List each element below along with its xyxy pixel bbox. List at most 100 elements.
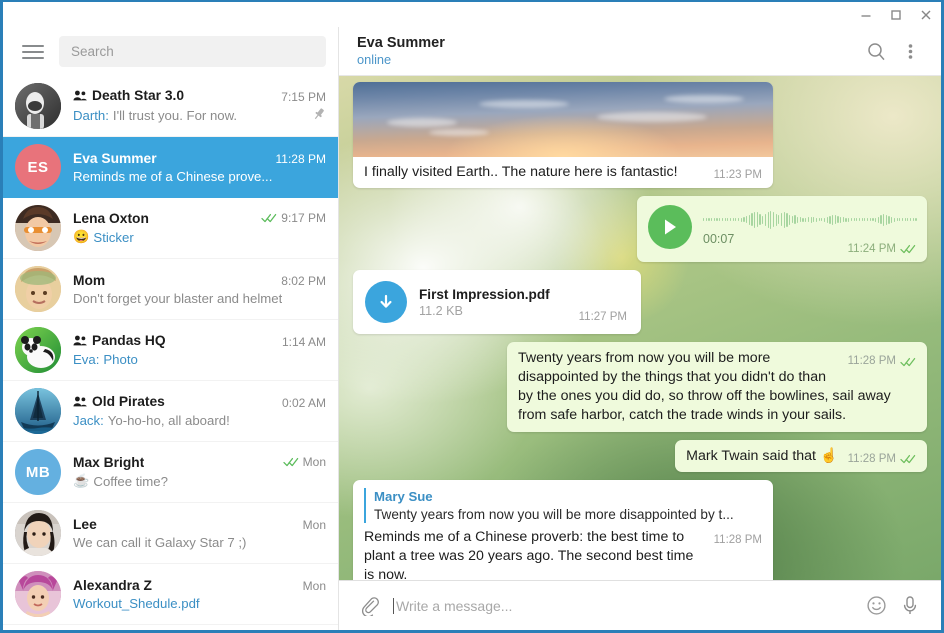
message-text-content: Twenty years from now you will be more d… [518, 350, 891, 423]
chat-list[interactable]: Death Star 3.0 7:15 PM Darth: I'll trust y… [3, 76, 338, 630]
chat-list-item-topline: Eva Summer 11:28 PM [73, 151, 326, 166]
download-icon[interactable] [365, 281, 407, 323]
file-size: 11.2 KB [419, 303, 463, 318]
chat-name-text: Eva Summer [73, 150, 157, 166]
message-text: 11:28 PM Mark Twain said that ☝ [675, 440, 927, 473]
chat-list-item[interactable]: Old Pirates 0:02 AM Jack: Yo-ho-ho, all ab… [3, 381, 338, 442]
voice-message[interactable]: 00:07 11:24 PM [637, 196, 927, 262]
group-icon [73, 90, 87, 101]
minimize-button[interactable] [851, 2, 881, 27]
chat-list-item-topline: Max Bright Mon [73, 455, 326, 470]
avatar: MB [15, 449, 61, 495]
chat-timestamp: Mon [303, 518, 326, 532]
more-options-icon[interactable] [893, 34, 927, 68]
chat-list-item[interactable]: ES Eva Summer 11:28 PM Reminds me of a Chin… [3, 137, 338, 198]
chat-name: Death Star 3.0 [73, 88, 184, 103]
message-text-content: Reminds me of a Chinese proverb: the bes… [364, 529, 694, 580]
chat-preview-text: Reminds me of a Chinese prove... [73, 168, 273, 184]
chat-list-item[interactable]: Alexandra Z Mon Workout_Shedule.pdf [3, 564, 338, 625]
photo-message[interactable]: 11:23 PM I finally visited Earth.. The na… [353, 82, 773, 188]
pin-icon [312, 107, 326, 124]
preview-emoji: 😀 [73, 229, 90, 244]
chat-list-item[interactable]: Mom 8:02 PM Don't forget your blaster and … [3, 259, 338, 320]
chat-list-item[interactable]: Lee Mon We can call it Galaxy Star 7 ;) [3, 503, 338, 564]
chat-preview: Don't forget your blaster and helmet [73, 291, 282, 306]
chat-list-item-body: Old Pirates 0:02 AM Jack: Yo-ho-ho, all ab… [73, 394, 326, 428]
chat-timestamp: 9:17 PM [261, 211, 326, 225]
text-message[interactable]: 11:28 PM Mark Twain said that ☝ [675, 439, 927, 473]
chat-preview-sender: Jack: [73, 413, 104, 428]
chat-list-item-bottomline: 😀 Sticker [73, 229, 326, 245]
message-row: 11:23 PM I finally visited Earth.. The na… [353, 82, 927, 188]
chat-list-item-topline: Lee Mon [73, 517, 326, 532]
chat-preview: Reminds me of a Chinese prove... [73, 169, 272, 184]
message-meta: 11:28 PM [714, 533, 762, 548]
chat-timestamp: Mon [303, 579, 326, 593]
chat-list-item-body: Mom 8:02 PM Don't forget your blaster and … [73, 273, 326, 306]
message-row: 11:28 PM Mark Twain said that ☝ [353, 439, 927, 473]
avatar [15, 266, 61, 312]
photo-image[interactable] [353, 82, 773, 157]
message-timestamp: 11:27 PM [578, 311, 627, 323]
text-message[interactable]: 11:28 PM Twenty years from now you will b… [507, 342, 927, 432]
chat-preview: ☕ Coffee time? [73, 473, 168, 489]
chat-name-text: Mom [73, 272, 106, 288]
text-caret [393, 597, 394, 614]
chat-list-item-body: Lee Mon We can call it Galaxy Star 7 ;) [73, 517, 326, 550]
chat-list-item-body: Max Bright Mon ☕ Coffee time? [73, 455, 326, 489]
chat-preview-text: Sticker [93, 229, 134, 245]
maximize-button[interactable] [881, 2, 911, 27]
message-list[interactable]: 11:23 PM I finally visited Earth.. The na… [339, 76, 941, 580]
chat-list-item-topline: Lena Oxton 9:17 PM [73, 211, 326, 226]
close-button[interactable] [911, 2, 941, 27]
microphone-icon[interactable] [893, 589, 927, 623]
chat-preview-sender: Eva: [73, 352, 100, 367]
avatar-initials: MB [25, 463, 51, 481]
file-message-body: First Impression.pdf 11.2 KB 11:27 PM [353, 270, 641, 334]
chat-list-item[interactable]: Death Star 3.0 7:15 PM Darth: I'll trust y… [3, 76, 338, 137]
waveform[interactable] [703, 209, 917, 231]
chat-list-item-topline: Mom 8:02 PM [73, 273, 326, 288]
avatar [15, 388, 61, 434]
chat-list-item-body: Eva Summer 11:28 PM Reminds me of a Chines… [73, 151, 326, 184]
play-icon[interactable] [648, 205, 692, 249]
attach-icon[interactable] [353, 589, 387, 623]
chat-preview: Workout_Shedule.pdf [73, 596, 200, 611]
reply-message[interactable]: Mary Sue Twenty years from now you will b… [353, 480, 773, 580]
message-text-content: Mark Twain said that ☝ [686, 447, 838, 464]
file-message[interactable]: First Impression.pdf 11.2 KB 11:27 PM [353, 270, 641, 334]
preview-emoji: ☕ [73, 473, 90, 488]
composer: Write a message... [339, 580, 941, 630]
search-icon[interactable] [859, 34, 893, 68]
conversation-title-group: Eva Summer online [357, 34, 859, 69]
sidebar-header: Search [3, 27, 338, 76]
photo-caption: 11:23 PM I finally visited Earth.. The na… [353, 157, 773, 188]
chat-name: Alexandra Z [73, 578, 152, 593]
message-row: 11:28 PM Twenty years from now you will b… [353, 342, 927, 432]
sidebar: Search Death Star 3.0 7:15 PM Darth: I'll … [3, 27, 339, 630]
reply-quote[interactable]: Mary Sue Twenty years from now you will b… [364, 488, 762, 524]
double-check-icon [261, 213, 277, 223]
double-check-icon [900, 244, 916, 254]
chat-list-item[interactable]: MB Max Bright Mon ☕ Coffee time? [3, 442, 338, 503]
chat-name-text: Lee [73, 516, 97, 532]
chat-list-item-body: Lena Oxton 9:17 PM 😀 Sticker [73, 211, 326, 245]
menu-icon[interactable] [17, 36, 49, 68]
avatar [15, 83, 61, 129]
chat-preview: 😀 Sticker [73, 229, 134, 245]
chat-list-item-bottomline: Don't forget your blaster and helmet [73, 291, 326, 306]
chat-list-item[interactable]: Pandas HQ 1:14 AM Eva: Photo [3, 320, 338, 381]
message-text: 11:28 PM Reminds me of a Chinese proverb:… [364, 528, 762, 580]
chat-list-item[interactable]: Lena Oxton 9:17 PM 😀 Sticker [3, 198, 338, 259]
messages-container: 11:23 PM I finally visited Earth.. The na… [353, 82, 927, 580]
message-meta: 11:28 PM [848, 354, 916, 369]
chat-name: Lee [73, 517, 97, 532]
message-input[interactable]: Write a message... [387, 597, 859, 614]
conversation-pane: Eva Summer online 11:23 PM I finally visi… [339, 27, 941, 630]
chat-preview-text: Coffee time? [93, 473, 168, 489]
file-name: First Impression.pdf [419, 286, 550, 302]
avatar: ES [15, 144, 61, 190]
search-input[interactable]: Search [59, 36, 326, 67]
message-meta: 11:27 PM [579, 311, 627, 323]
emoji-icon[interactable] [859, 589, 893, 623]
